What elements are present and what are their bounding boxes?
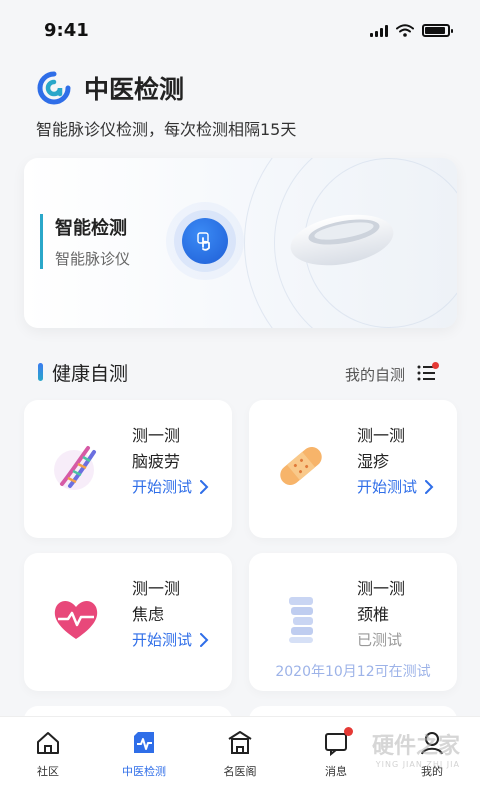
chevron-right-icon	[200, 632, 209, 647]
signal-icon	[370, 24, 388, 37]
watermark-subtext: YING JIAN ZHI JIA	[375, 760, 460, 769]
battery-icon	[422, 24, 453, 37]
test-card-line1: 测一测	[357, 579, 406, 598]
start-test-button[interactable]: 开始测试	[132, 629, 209, 650]
chevron-right-icon	[200, 479, 209, 494]
test-card-name: 焦虑	[132, 605, 165, 624]
test-card-brain-fatigue[interactable]: 测一测 脑疲劳 开始测试	[24, 400, 232, 538]
page-header: 中医检测 智能脉诊仪检测，每次检测相隔15天	[36, 70, 456, 140]
smart-detection-card[interactable]: 智能检测 智能脉诊仪	[24, 158, 457, 328]
tab-community[interactable]: 社区	[0, 717, 96, 800]
chevron-right-icon	[425, 479, 434, 494]
test-card-anxiety[interactable]: 测一测 焦虑 开始测试	[24, 553, 232, 691]
test-card-line1: 测一测	[132, 579, 181, 598]
page-subtitle: 智能脉诊仪检测，每次检测相隔15天	[36, 120, 297, 139]
notification-dot	[432, 362, 439, 369]
pavilion-icon	[228, 731, 252, 754]
pulse-icon	[134, 732, 154, 753]
smart-detection-subtitle: 智能脉诊仪	[55, 250, 131, 268]
home-icon	[37, 732, 59, 754]
app-logo-icon	[37, 71, 71, 105]
test-card-name: 颈椎	[357, 605, 390, 624]
test-card-eczema[interactable]: 测一测 湿疹 开始测试	[249, 400, 457, 538]
start-test-button[interactable]: 开始测试	[357, 476, 434, 497]
status-icons	[370, 24, 453, 37]
test-card-line1: 测一测	[132, 426, 181, 445]
test-card-name: 湿疹	[357, 452, 390, 471]
tab-messages[interactable]: 消息	[288, 717, 384, 800]
spine-icon	[289, 597, 313, 643]
tab-famous-doctors[interactable]: 名医阁	[192, 717, 288, 800]
dna-icon	[54, 446, 96, 490]
start-test-label: 开始测试	[132, 478, 193, 496]
tab-label: 社区	[37, 765, 59, 778]
bandage-icon	[280, 447, 322, 485]
watermark-text: 硬件之家	[371, 734, 460, 759]
heart-pulse-icon	[54, 601, 98, 639]
tested-status: 已测试	[357, 629, 402, 650]
status-bar: 9:41	[0, 0, 480, 60]
status-time: 9:41	[44, 20, 89, 41]
smart-detection-title: 智能检测	[55, 218, 127, 239]
start-test-label: 开始测试	[132, 631, 193, 649]
page-title: 中医检测	[84, 75, 185, 104]
start-test-button[interactable]: 开始测试	[132, 476, 209, 497]
tab-label: 消息	[325, 765, 347, 778]
wifi-icon	[396, 24, 414, 37]
start-test-label: 开始测试	[357, 478, 418, 496]
tap-hand-icon	[197, 232, 210, 251]
tab-label: 名医阁	[223, 765, 257, 778]
retest-date-note: 2020年10月12可在测试	[275, 664, 431, 680]
test-card-cervical-spine[interactable]: 测一测 颈椎 已测试 2020年10月12可在测试	[249, 553, 457, 691]
test-card-line1: 测一测	[357, 426, 406, 445]
tested-label: 已测试	[357, 631, 403, 649]
section-accent-bar	[38, 363, 43, 381]
start-detection-button[interactable]	[182, 218, 228, 264]
health-self-test-header: 健康自测 我的自测	[24, 358, 457, 388]
smart-detection-labels: 智能检测 智能脉诊仪	[40, 214, 130, 269]
my-tests-link[interactable]: 我的自测	[345, 364, 405, 385]
tab-tcm-detection[interactable]: 中医检测	[96, 717, 192, 800]
pulse-device-image	[290, 214, 394, 266]
section-title: 健康自测	[52, 363, 129, 385]
message-badge	[344, 727, 353, 736]
tab-label: 中医检测	[122, 765, 166, 778]
test-card-name: 脑疲劳	[132, 452, 181, 471]
